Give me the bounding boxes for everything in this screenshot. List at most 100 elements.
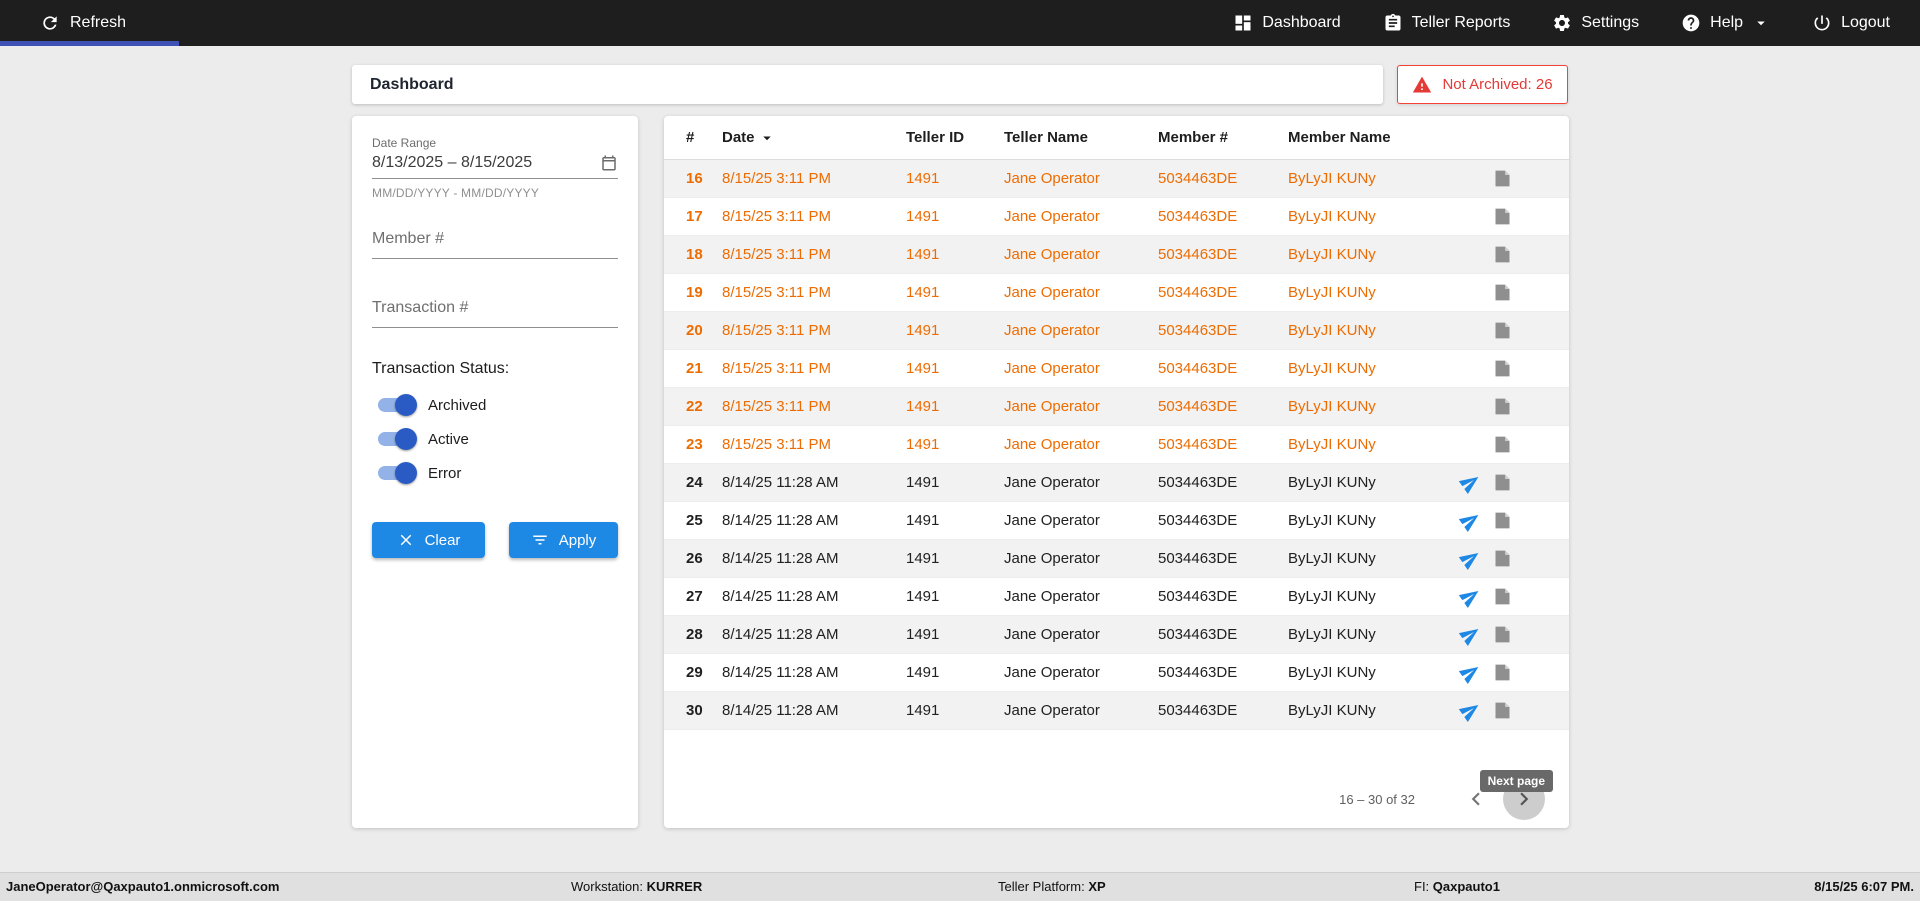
table-row: 26 8/14/25 11:28 AM 1491 Jane Operator 5… bbox=[664, 540, 1569, 578]
row-member-number: 5034463DE bbox=[1158, 322, 1288, 339]
not-archived-badge[interactable]: Not Archived: 26 bbox=[1397, 65, 1568, 104]
note-icon[interactable] bbox=[1492, 510, 1513, 531]
date-range-input[interactable] bbox=[372, 154, 600, 172]
row-date: 8/15/25 3:11 PM bbox=[722, 398, 906, 415]
row-member-name: ByLyJI KUNy bbox=[1288, 550, 1433, 567]
apply-button[interactable]: Apply bbox=[509, 522, 618, 558]
send-icon[interactable] bbox=[1460, 472, 1481, 493]
row-date: 8/15/25 3:11 PM bbox=[722, 284, 906, 301]
row-teller-name: Jane Operator bbox=[1004, 284, 1158, 301]
member-number-input[interactable] bbox=[372, 230, 618, 259]
teller-platform-info: Teller Platform: XP bbox=[998, 873, 1106, 901]
archived-toggle-label: Archived bbox=[428, 397, 486, 414]
transaction-status-label: Transaction Status: bbox=[372, 360, 618, 378]
row-teller-name: Jane Operator bbox=[1004, 626, 1158, 643]
refresh-button[interactable]: Refresh bbox=[0, 0, 126, 46]
row-member-name: ByLyJI KUNy bbox=[1288, 436, 1433, 453]
col-date[interactable]: Date bbox=[722, 129, 906, 147]
table-body: 16 8/15/25 3:11 PM 1491 Jane Operator 50… bbox=[664, 160, 1569, 730]
col-teller-name: Teller Name bbox=[1004, 129, 1158, 146]
row-member-number: 5034463DE bbox=[1158, 436, 1288, 453]
row-teller-id: 1491 bbox=[906, 512, 1004, 529]
nav-teller-reports[interactable]: Teller Reports bbox=[1383, 0, 1511, 46]
send-icon[interactable] bbox=[1460, 624, 1481, 645]
table-row: 25 8/14/25 11:28 AM 1491 Jane Operator 5… bbox=[664, 502, 1569, 540]
note-icon[interactable] bbox=[1492, 282, 1513, 303]
row-teller-id: 1491 bbox=[906, 436, 1004, 453]
calendar-icon[interactable] bbox=[600, 154, 618, 172]
power-icon bbox=[1812, 13, 1832, 33]
table-row: 18 8/15/25 3:11 PM 1491 Jane Operator 50… bbox=[664, 236, 1569, 274]
row-number: 22 bbox=[686, 398, 722, 415]
nav-help[interactable]: Help bbox=[1681, 0, 1770, 46]
send-icon[interactable] bbox=[1460, 510, 1481, 531]
table-row: 21 8/15/25 3:11 PM 1491 Jane Operator 50… bbox=[664, 350, 1569, 388]
row-date: 8/14/25 11:28 AM bbox=[722, 664, 906, 681]
transaction-number-input[interactable] bbox=[372, 299, 618, 328]
row-date: 8/14/25 11:28 AM bbox=[722, 474, 906, 491]
note-icon[interactable] bbox=[1492, 548, 1513, 569]
row-date: 8/14/25 11:28 AM bbox=[722, 626, 906, 643]
row-member-number: 5034463DE bbox=[1158, 512, 1288, 529]
row-member-name: ByLyJI KUNy bbox=[1288, 702, 1433, 719]
row-teller-id: 1491 bbox=[906, 170, 1004, 187]
note-icon[interactable] bbox=[1492, 624, 1513, 645]
row-member-name: ByLyJI KUNy bbox=[1288, 626, 1433, 643]
note-icon[interactable] bbox=[1492, 472, 1513, 493]
row-number: 24 bbox=[686, 474, 722, 491]
note-icon[interactable] bbox=[1492, 700, 1513, 721]
error-toggle-label: Error bbox=[428, 465, 461, 482]
help-icon bbox=[1681, 13, 1701, 33]
row-member-number: 5034463DE bbox=[1158, 284, 1288, 301]
send-icon[interactable] bbox=[1460, 586, 1481, 607]
send-icon[interactable] bbox=[1460, 548, 1481, 569]
row-member-name: ByLyJI KUNy bbox=[1288, 208, 1433, 225]
next-page-tooltip: Next page bbox=[1480, 770, 1553, 792]
row-teller-id: 1491 bbox=[906, 246, 1004, 263]
note-icon[interactable] bbox=[1492, 586, 1513, 607]
row-date: 8/14/25 11:28 AM bbox=[722, 550, 906, 567]
note-icon[interactable] bbox=[1492, 244, 1513, 265]
note-icon[interactable] bbox=[1492, 320, 1513, 341]
row-date: 8/14/25 11:28 AM bbox=[722, 588, 906, 605]
clear-button[interactable]: Clear bbox=[372, 522, 485, 558]
table-row: 24 8/14/25 11:28 AM 1491 Jane Operator 5… bbox=[664, 464, 1569, 502]
note-icon[interactable] bbox=[1492, 396, 1513, 417]
send-icon[interactable] bbox=[1460, 662, 1481, 683]
nav-dashboard[interactable]: Dashboard bbox=[1233, 0, 1340, 46]
reports-icon bbox=[1383, 13, 1403, 33]
note-icon[interactable] bbox=[1492, 168, 1513, 189]
col-member-number: Member # bbox=[1158, 129, 1288, 146]
col-number: # bbox=[686, 129, 722, 146]
nav-dashboard-label: Dashboard bbox=[1262, 14, 1340, 32]
send-icon[interactable] bbox=[1460, 700, 1481, 721]
status-toggle-list: Archived Active Error bbox=[372, 388, 618, 490]
dashboard-icon bbox=[1233, 13, 1253, 33]
filter-icon bbox=[531, 531, 549, 549]
row-member-name: ByLyJI KUNy bbox=[1288, 398, 1433, 415]
row-number: 18 bbox=[686, 246, 722, 263]
table-row: 17 8/15/25 3:11 PM 1491 Jane Operator 50… bbox=[664, 198, 1569, 236]
note-icon[interactable] bbox=[1492, 206, 1513, 227]
row-number: 20 bbox=[686, 322, 722, 339]
row-teller-name: Jane Operator bbox=[1004, 436, 1158, 453]
row-teller-name: Jane Operator bbox=[1004, 398, 1158, 415]
table-row: 22 8/15/25 3:11 PM 1491 Jane Operator 50… bbox=[664, 388, 1569, 426]
note-icon[interactable] bbox=[1492, 358, 1513, 379]
archived-toggle[interactable] bbox=[378, 397, 414, 413]
nav-settings-label: Settings bbox=[1581, 14, 1639, 32]
active-toggle[interactable] bbox=[378, 431, 414, 447]
nav-logout[interactable]: Logout bbox=[1812, 0, 1890, 46]
error-toggle[interactable] bbox=[378, 465, 414, 481]
current-datetime: 8/15/25 6:07 PM. bbox=[1814, 873, 1914, 901]
note-icon[interactable] bbox=[1492, 662, 1513, 683]
date-range-label: Date Range bbox=[372, 136, 618, 150]
pagination-range-label: 16 – 30 of 32 bbox=[1339, 792, 1415, 807]
nav-settings[interactable]: Settings bbox=[1552, 0, 1639, 46]
col-member-name: Member Name bbox=[1288, 129, 1433, 146]
row-member-number: 5034463DE bbox=[1158, 550, 1288, 567]
warning-triangle-icon bbox=[1412, 75, 1432, 95]
note-icon[interactable] bbox=[1492, 434, 1513, 455]
row-teller-name: Jane Operator bbox=[1004, 360, 1158, 377]
row-date: 8/15/25 3:11 PM bbox=[722, 208, 906, 225]
